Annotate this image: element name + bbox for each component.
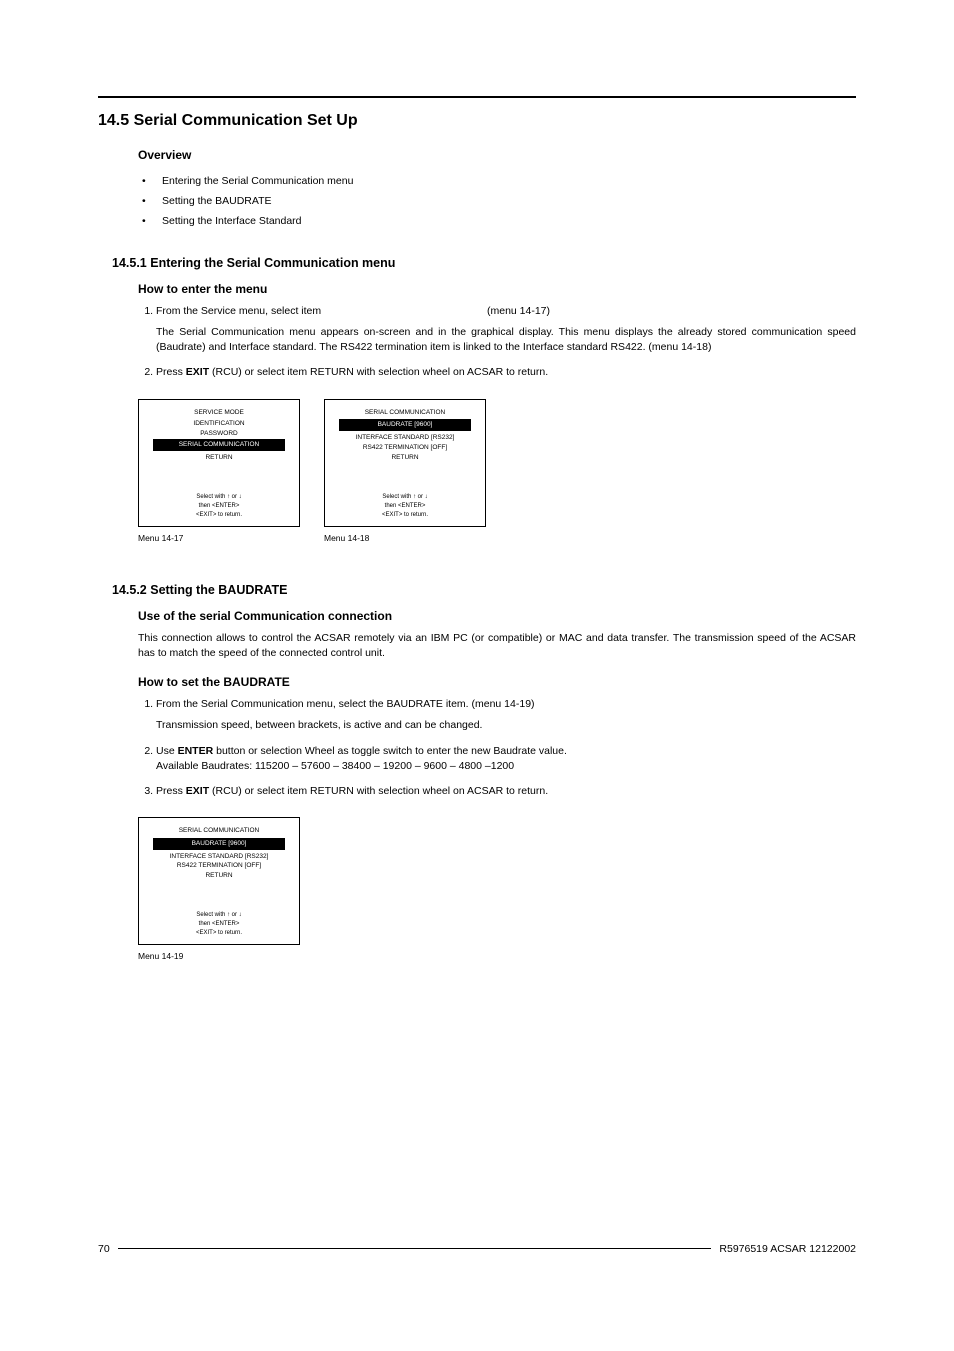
- menu-box-footer: <EXIT> to return.: [149, 929, 289, 938]
- menu-box-line: RETURN: [149, 453, 289, 463]
- menu-box-highlight: BAUDRATE [9600]: [339, 419, 471, 431]
- step-bold: EXIT: [186, 366, 209, 378]
- menu-box-14-18: SERIAL COMMUNICATION BAUDRATE [9600] INT…: [324, 399, 486, 527]
- step-line2: Available Baudrates: 115200 – 57600 – 38…: [156, 759, 856, 774]
- menu-figures-row: SERIAL COMMUNICATION BAUDRATE [9600] INT…: [138, 817, 856, 961]
- howto-heading: How to enter the menu: [138, 282, 856, 296]
- menu-box-footer: <EXIT> to return.: [149, 511, 289, 520]
- menu-box-highlight: BAUDRATE [9600]: [153, 838, 285, 850]
- menu-box-line: PASSWORD: [149, 429, 289, 439]
- step-text: Press: [156, 366, 186, 378]
- menu-box-line: RS422 TERMINATION [OFF]: [149, 861, 289, 871]
- step-text: button or selection Wheel as toggle swit…: [213, 745, 567, 757]
- step-item: Press EXIT (RCU) or select item RETURN w…: [156, 784, 856, 799]
- section-title: 14.5 Serial Communication Set Up: [98, 112, 856, 130]
- use-paragraph: This connection allows to control the AC…: [138, 631, 856, 661]
- menu-box-line: IDENTIFICATION: [149, 419, 289, 429]
- step-body: The Serial Communication menu appears on…: [156, 325, 856, 355]
- menu-box-footer: Select with ↑ or ↓: [335, 493, 475, 502]
- steps-list: From the Service menu, select item (menu…: [138, 304, 856, 381]
- overview-item: Setting the Interface Standard: [138, 212, 856, 232]
- steps-list: From the Serial Communication menu, sele…: [138, 697, 856, 799]
- menu-box-footer: then <ENTER>: [149, 502, 289, 511]
- menu-box-line: RS422 TERMINATION [OFF]: [335, 443, 475, 453]
- overview-item: Setting the BAUDRATE: [138, 192, 856, 212]
- menu-box-14-19: SERIAL COMMUNICATION BAUDRATE [9600] INT…: [138, 817, 300, 945]
- step-text: (RCU) or select item RETURN with selecti…: [209, 366, 548, 378]
- menu-box-line: RETURN: [335, 453, 475, 463]
- menu-box-line: RETURN: [149, 871, 289, 881]
- step-item: From the Serial Communication menu, sele…: [156, 697, 856, 733]
- menu-box-line: INTERFACE STANDARD [RS232]: [335, 433, 475, 443]
- menu-figure: SERVICE MODE IDENTIFICATION PASSWORD SER…: [138, 399, 300, 543]
- subsection-heading: 14.5.1 Entering the Serial Communication…: [112, 256, 856, 270]
- step-text: (RCU) or select item RETURN with selecti…: [209, 785, 548, 797]
- step-text: Press: [156, 785, 186, 797]
- step-text: From the Serial Communication menu, sele…: [156, 698, 535, 710]
- step-body: Transmission speed, between brackets, is…: [156, 718, 856, 733]
- page-footer: 70 R5976519 ACSAR 12122002: [98, 1243, 856, 1255]
- page: 14.5 Serial Communication Set Up Overvie…: [0, 0, 954, 1351]
- overview-item: Entering the Serial Communication menu: [138, 172, 856, 192]
- menu-figure: SERIAL COMMUNICATION BAUDRATE [9600] INT…: [138, 817, 300, 961]
- use-heading: Use of the serial Communication connecti…: [138, 609, 856, 623]
- menu-caption: Menu 14-17: [138, 533, 300, 543]
- subsection-heading: 14.5.2 Setting the BAUDRATE: [112, 583, 856, 597]
- menu-box-title: SERIAL COMMUNICATION: [335, 408, 475, 418]
- step-item: Use ENTER button or selection Wheel as t…: [156, 744, 856, 774]
- menu-box-footer: Select with ↑ or ↓: [149, 493, 289, 502]
- menu-figure: SERIAL COMMUNICATION BAUDRATE [9600] INT…: [324, 399, 486, 543]
- step-item: From the Service menu, select item (menu…: [156, 304, 856, 356]
- menu-box-title: SERIAL COMMUNICATION: [149, 826, 289, 836]
- step-bold: EXIT: [186, 785, 209, 797]
- menu-box-highlight: SERIAL COMMUNICATION: [153, 439, 285, 451]
- howto-heading: How to set the BAUDRATE: [138, 675, 856, 689]
- overview-list: Entering the Serial Communication menu S…: [138, 172, 856, 232]
- footer-rule: [118, 1248, 712, 1249]
- overview-heading: Overview: [138, 148, 856, 162]
- menu-box-line: INTERFACE STANDARD [RS232]: [149, 852, 289, 862]
- menu-box-14-17: SERVICE MODE IDENTIFICATION PASSWORD SER…: [138, 399, 300, 527]
- step-item: Press EXIT (RCU) or select item RETURN w…: [156, 365, 856, 380]
- menu-caption: Menu 14-18: [324, 533, 486, 543]
- menu-box-footer: then <ENTER>: [335, 502, 475, 511]
- menu-box-footer: then <ENTER>: [149, 920, 289, 929]
- step-bold: ENTER: [178, 745, 214, 757]
- step-text: Use: [156, 745, 178, 757]
- menu-box-footer: <EXIT> to return.: [335, 511, 475, 520]
- top-rule: [98, 96, 856, 98]
- menu-figures-row: SERVICE MODE IDENTIFICATION PASSWORD SER…: [138, 399, 856, 543]
- page-number: 70: [98, 1243, 110, 1255]
- doc-id: R5976519 ACSAR 12122002: [719, 1243, 856, 1255]
- menu-box-title: SERVICE MODE: [149, 408, 289, 418]
- step-text: From the Service menu, select item: [156, 305, 324, 317]
- menu-box-footer: Select with ↑ or ↓: [149, 911, 289, 920]
- menu-ref: (menu 14-17): [487, 305, 550, 317]
- menu-caption: Menu 14-19: [138, 951, 300, 961]
